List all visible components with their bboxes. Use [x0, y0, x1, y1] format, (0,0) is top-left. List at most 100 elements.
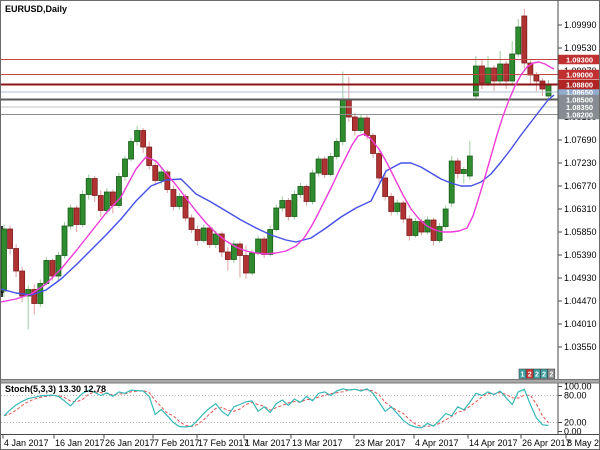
candle-body [170, 189, 177, 207]
time-axis[interactable]: 4 Jan 2017 16 Jan 2017 26 Jan 2017 7 Feb 20… [1, 434, 600, 449]
candle-body [358, 117, 364, 131]
candle-body [255, 238, 262, 254]
date-label: 17 Feb 2017 [198, 438, 249, 448]
price-tick-label: 1.07230 [564, 158, 597, 168]
candle-body [91, 178, 98, 196]
date-label: 26 Apr 2017 [522, 438, 571, 448]
candle-body [303, 186, 310, 202]
candle-body [351, 116, 358, 131]
candle-body [146, 146, 153, 166]
date-label: 14 Apr 2017 [469, 438, 518, 448]
date-label: 4 Jan 2017 [4, 438, 49, 448]
candle-body [206, 227, 213, 245]
candle-body [388, 196, 395, 212]
candle-body [212, 233, 219, 245]
candle-body [103, 191, 110, 211]
candle-body [176, 196, 183, 207]
candle-body [188, 217, 195, 230]
candle-body [442, 208, 449, 227]
candle-body [485, 67, 491, 84]
candle-body [327, 156, 334, 175]
candle-body [152, 165, 159, 181]
stochastic-indicator-label: Stoch(5,3,3) 13.30 12.78 [5, 384, 107, 394]
candle-body [364, 117, 370, 136]
date-label: 23 Mar 2017 [355, 438, 406, 448]
stoch-level-label: 0.00 [564, 427, 582, 437]
candle-body [285, 200, 292, 217]
candle-body [297, 186, 304, 195]
price-tick-label: 1.09530 [564, 43, 597, 53]
candle-body [515, 26, 522, 55]
candle-body [85, 178, 92, 195]
mini-badge-digit: 2 [549, 372, 553, 379]
mini-badge-digit: 2 [528, 372, 532, 379]
candle-body [279, 200, 286, 209]
candle-body [140, 130, 147, 148]
price-tick-label: 1.07690 [564, 135, 597, 145]
price-axis[interactable]: 1.099901.095301.090701.086101.081501.076… [557, 1, 597, 435]
candle-body [49, 260, 56, 277]
date-label: 8 May 2017 [567, 438, 600, 448]
candle-body [333, 141, 340, 157]
object-price-badge-label: 1.08800 [566, 81, 593, 90]
stoch-level-label: 80.00 [564, 391, 587, 401]
candle-body [73, 207, 80, 225]
candle-body [43, 260, 50, 284]
candle-body [406, 218, 413, 236]
price-tick-label: 1.03550 [564, 342, 597, 352]
candle-body [503, 63, 510, 82]
candle-body [394, 202, 401, 212]
candle-body [122, 158, 128, 177]
candle-body [61, 225, 68, 256]
candle-body [291, 194, 298, 217]
candle-body [273, 207, 280, 230]
mini-badge-digit: 1 [521, 372, 525, 379]
price-tick-label: 1.04930 [564, 273, 597, 283]
candle-body [224, 251, 231, 260]
candle-body [200, 227, 207, 241]
object-mini-badges[interactable]: 12222 [518, 368, 556, 379]
candle-body [339, 98, 346, 142]
candle-body [194, 229, 201, 241]
mini-badge-digit: 2 [542, 372, 546, 379]
candle-body [249, 252, 255, 274]
candle-body [466, 155, 473, 177]
candle-body [243, 255, 249, 274]
chart-window: 1.099901.095301.090701.086101.081501.076… [0, 0, 600, 450]
candle-body [509, 53, 516, 82]
candle-body [67, 207, 74, 227]
main-plot-clip [1, 9, 558, 330]
main-chart-area[interactable] [1, 9, 558, 330]
price-tick-label: 1.04470 [564, 296, 597, 306]
chart-canvas[interactable]: 1.099901.095301.090701.086101.081501.076… [1, 1, 600, 450]
candle-body [315, 158, 322, 174]
price-tick-label: 1.06310 [564, 204, 597, 214]
candle-body [545, 83, 552, 97]
object-price-badge-label: 1.09300 [566, 56, 593, 65]
candle-body [376, 153, 383, 179]
candle-body [412, 221, 419, 236]
candle-body [128, 141, 134, 160]
candle-body [521, 15, 528, 64]
candle-body [97, 195, 104, 211]
price-axis-badges: 1.086501.082001.083501.085001.088001.090… [558, 54, 599, 120]
candle-body [19, 270, 26, 297]
date-label: 4 Apr 2017 [415, 438, 459, 448]
price-tick-label: 1.05390 [564, 250, 597, 260]
candle-body [79, 194, 86, 225]
object-price-badge-label: 1.09000 [566, 71, 593, 80]
date-label: 16 Jan 2017 [55, 438, 105, 448]
ma-fast-magenta [1, 61, 555, 303]
date-label: 26 Jan 2017 [105, 438, 155, 448]
candle-body [497, 63, 504, 82]
candle-body [1, 228, 7, 292]
symbol-timeframe-label: EURUSD,Daily [5, 4, 68, 14]
price-tick-label: 1.09990 [564, 20, 597, 30]
candle-body [454, 160, 461, 174]
mini-badge-digit: 2 [535, 372, 539, 379]
price-tick-label: 1.05850 [564, 227, 597, 237]
candle-body [158, 171, 165, 181]
candle-body [7, 228, 13, 249]
candle-body [436, 226, 443, 241]
candle-body [309, 172, 316, 202]
